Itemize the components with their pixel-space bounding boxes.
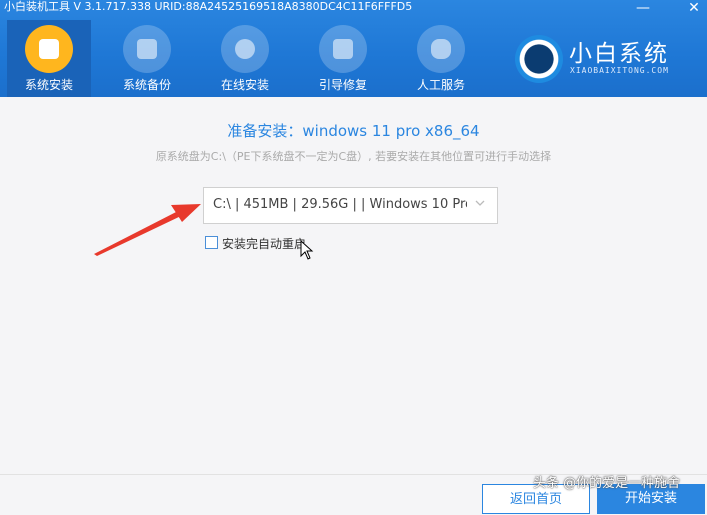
- nav-label: 系统备份: [122, 78, 171, 92]
- nav-item-online-install[interactable]: 在线安装: [203, 20, 287, 97]
- auto-restart-checkbox[interactable]: [205, 236, 218, 249]
- nav-item-system-install[interactable]: 系统安装: [7, 20, 91, 97]
- auto-restart-label[interactable]: 安装完自动重启: [222, 235, 306, 252]
- nav-label: 系统安装: [24, 78, 73, 92]
- chevron-down-icon: [475, 200, 485, 206]
- nav-label: 在线安装: [220, 78, 269, 92]
- page-subtext: 原系统盘为C:\（PE下系统盘不一定为C盘）, 若要安装在其他位置可进行手动选择: [155, 150, 552, 163]
- toolbox-icon: [319, 25, 367, 73]
- chat-icon: [417, 25, 465, 73]
- close-button[interactable]: ✕: [684, 0, 704, 16]
- download-icon: [221, 25, 269, 73]
- page-heading: 准备安装：windows 11 pro x86_64: [227, 122, 480, 140]
- nav-item-manual-service[interactable]: 人工服务: [399, 20, 483, 97]
- brand-name: 小白系统: [569, 41, 669, 67]
- mouse-cursor-icon: [300, 240, 314, 260]
- brand-subtitle: XIAOBAIXITONG.COM: [570, 66, 669, 75]
- nav-item-system-backup[interactable]: 系统备份: [105, 20, 189, 97]
- box-icon: [25, 25, 73, 73]
- nav-label: 人工服务: [416, 78, 465, 92]
- window-title: 小白装机工具 V 3.1.717.338 URID:88A24525169518…: [4, 0, 413, 13]
- minimize-button[interactable]: —: [633, 0, 653, 16]
- brand-logo: [515, 35, 563, 83]
- watermark: 头条 @你的爱是一种施舍: [533, 476, 681, 491]
- windows-icon: [123, 25, 171, 73]
- drive-select-value: C:\ | 451MB | 29.56G | | Windows 10 Pro: [213, 197, 467, 212]
- nav-item-boot-repair[interactable]: 引导修复: [301, 20, 385, 97]
- top-bar: 小白装机工具 V 3.1.717.338 URID:88A24525169518…: [0, 0, 707, 97]
- drive-select[interactable]: C:\ | 451MB | 29.56G | | Windows 10 Pro: [203, 187, 498, 224]
- nav-label: 引导修复: [318, 78, 367, 92]
